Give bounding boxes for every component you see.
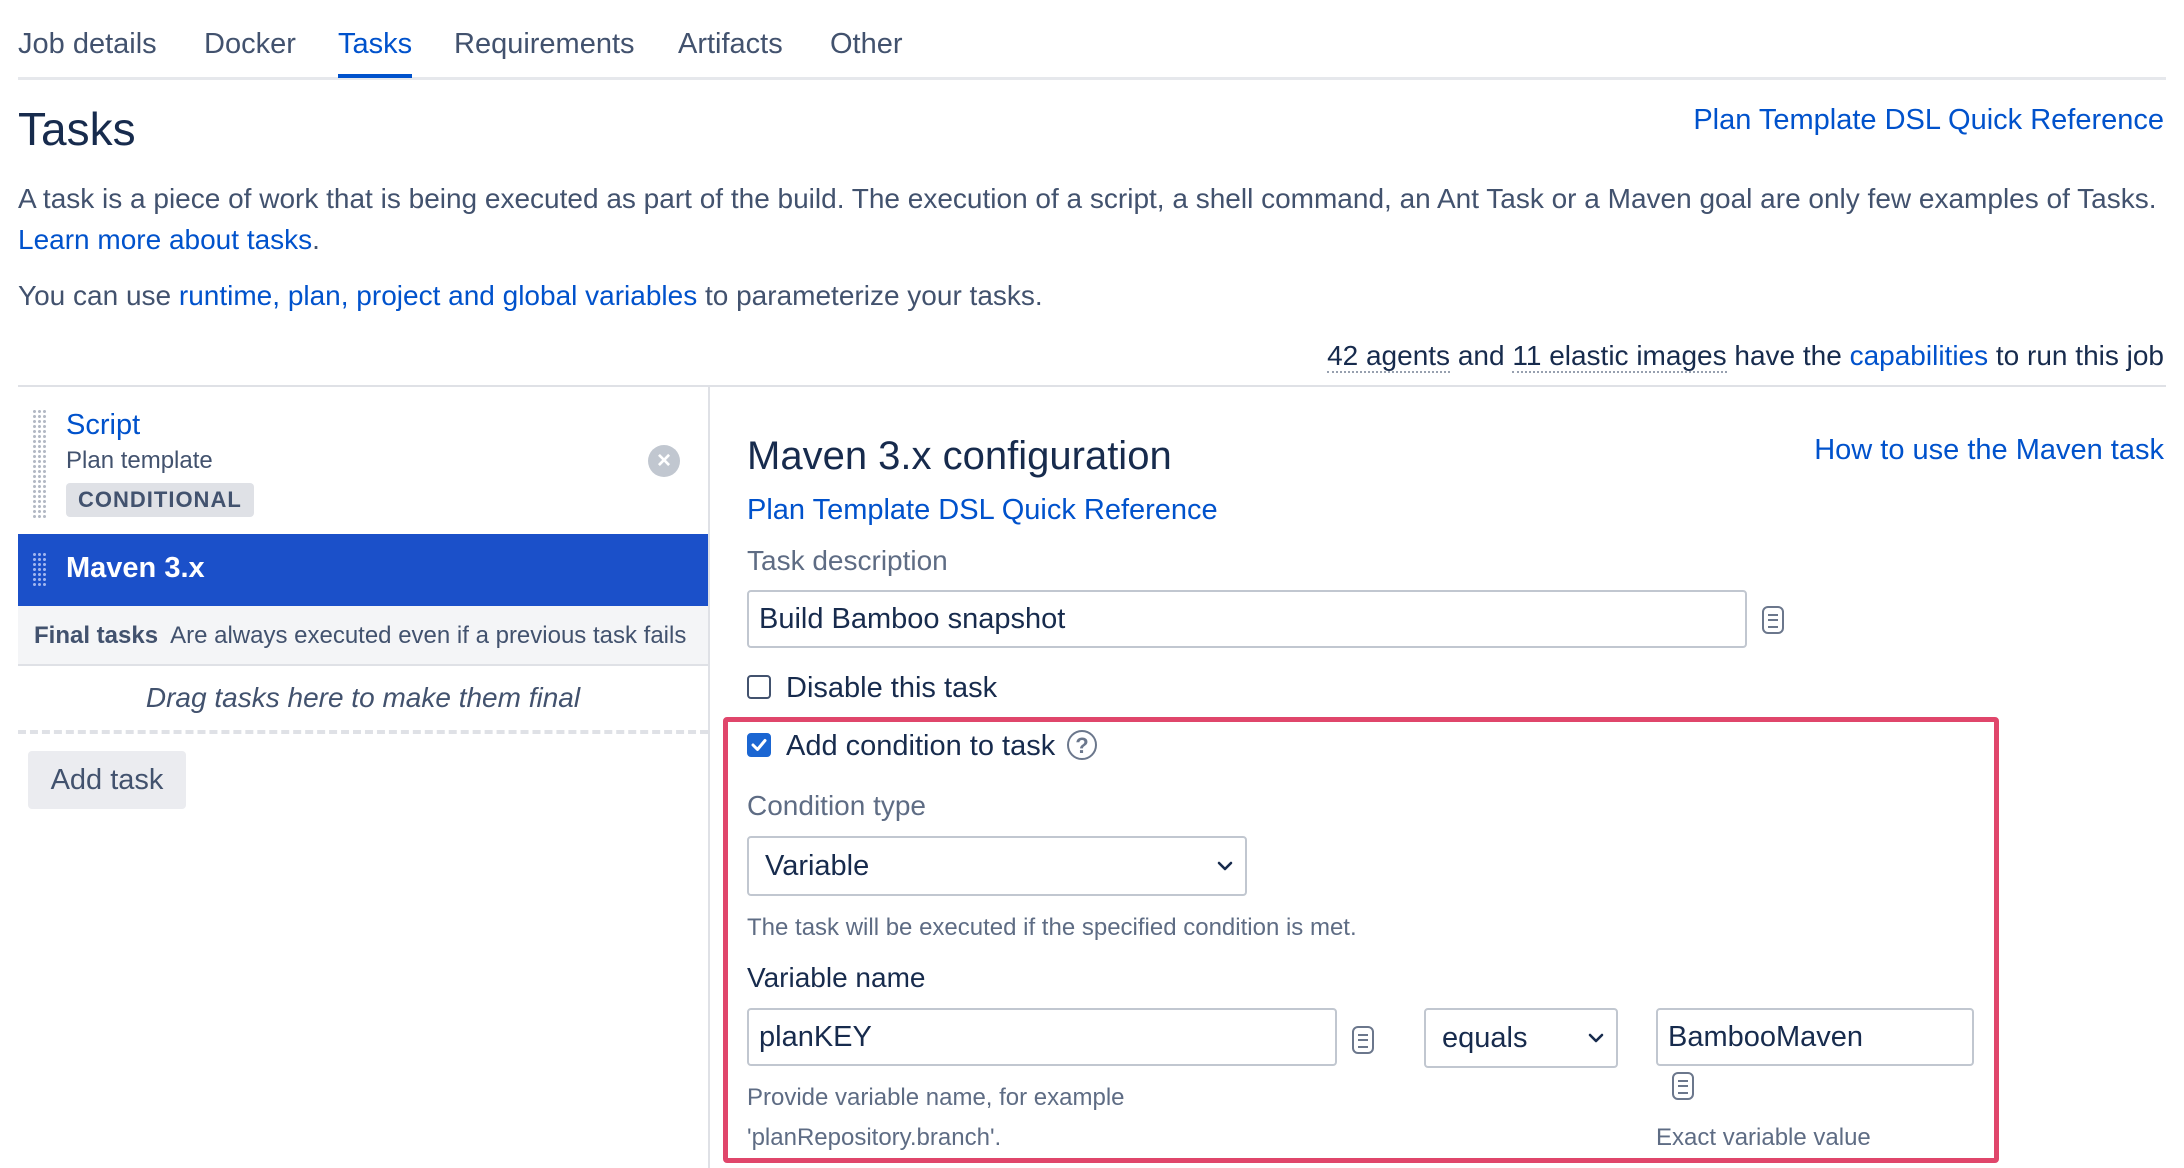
add-condition-checkbox[interactable] [747, 733, 771, 757]
add-task-button[interactable]: Add task [28, 751, 186, 809]
page-title: Tasks [18, 103, 136, 155]
condition-type-label: Condition type [747, 790, 927, 821]
task-item-title[interactable]: Script [66, 409, 140, 442]
variable-name-label: Variable name [747, 962, 926, 993]
drag-handle-icon[interactable] [32, 409, 48, 519]
drop-zone-text: Drag tasks here to make them final [145, 682, 581, 713]
learn-more-link[interactable]: Learn more about tasks [18, 224, 312, 255]
remove-task-icon[interactable]: × [648, 445, 680, 477]
disable-task-checkbox[interactable] [747, 675, 771, 699]
condition-type-value: Variable [765, 850, 870, 882]
insert-variable-icon[interactable] [1762, 606, 1784, 634]
chevron-down-icon [1217, 861, 1233, 871]
task-item-title: Maven 3.x [66, 552, 205, 584]
config-dsl-link[interactable]: Plan Template DSL Quick Reference [747, 494, 1218, 527]
config-title: Maven 3.x configuration [747, 434, 1172, 478]
chevron-down-icon [1588, 1033, 1604, 1043]
variables-note: You can use runtime, plan, project and g… [18, 280, 1043, 312]
tab-docker[interactable]: Docker [204, 28, 296, 61]
task-list-panel: Script Plan template CONDITIONAL × Maven… [18, 387, 710, 1168]
tab-tasks[interactable]: Tasks [338, 28, 413, 78]
condition-type-description: The task will be executed if the specifi… [747, 914, 1357, 941]
insert-variable-icon[interactable] [1672, 1072, 1694, 1100]
add-condition-label[interactable]: Add condition to task [786, 730, 1055, 763]
tab-artifacts[interactable]: Artifacts [678, 28, 783, 61]
condition-type-select[interactable]: Variable [747, 836, 1247, 896]
dsl-quick-reference-link[interactable]: Plan Template DSL Quick Reference [1693, 104, 2164, 137]
variable-value-help: Exact variable value [1656, 1124, 1871, 1151]
final-tasks-drop-zone[interactable]: Drag tasks here to make them final [18, 666, 708, 734]
help-icon[interactable]: ? [1067, 730, 1097, 760]
variable-name-help-line1: Provide variable name, for example [747, 1084, 1125, 1111]
agents-count[interactable]: 42 agents [1327, 340, 1451, 373]
task-description-label: Task description [747, 545, 948, 576]
operator-select[interactable]: equals [1424, 1008, 1618, 1068]
tab-requirements[interactable]: Requirements [454, 28, 635, 61]
insert-variable-icon[interactable] [1352, 1026, 1374, 1054]
variable-name-help-line2: 'planRepository.branch'. [747, 1124, 1002, 1151]
task-item-maven-selected[interactable]: Maven 3.x [18, 534, 708, 606]
variables-link[interactable]: runtime, plan, project and global variab… [179, 280, 697, 311]
final-tasks-label: Final tasks [34, 622, 159, 649]
task-item-script[interactable]: Script Plan template CONDITIONAL × [18, 387, 708, 534]
check-mark-icon [751, 739, 767, 751]
vars-suffix: to parameterize your tasks. [697, 280, 1043, 311]
job-tabs: Job details Docker Tasks Requirements Ar… [18, 0, 2166, 80]
final-tasks-desc: Are always executed even if a previous t… [170, 622, 687, 649]
capabilities-link[interactable]: capabilities [1850, 340, 1989, 371]
tasks-intro: A task is a piece of work that is being … [18, 178, 2168, 260]
tab-job-details[interactable]: Job details [18, 28, 157, 61]
intro-text: A task is a piece of work that is being … [18, 183, 2157, 214]
and-text: and [1450, 340, 1513, 371]
variable-value-input[interactable] [1656, 1008, 1974, 1066]
tab-other[interactable]: Other [830, 28, 903, 61]
variable-name-input[interactable] [747, 1008, 1337, 1066]
disable-task-label[interactable]: Disable this task [786, 672, 997, 705]
maven-help-link[interactable]: How to use the Maven task [1814, 434, 2164, 467]
task-description-input[interactable] [747, 590, 1747, 648]
run-job-text: to run this job [1988, 340, 2164, 371]
have-the-text: have the [1726, 340, 1850, 371]
capabilities-note: 42 agents and 11 elastic images have the… [1327, 340, 2164, 373]
vars-prefix: You can use [18, 280, 179, 311]
final-tasks-header: Final tasks Are always executed even if … [18, 606, 708, 666]
task-item-subtitle: Plan template [66, 447, 213, 474]
intro-end: . [312, 224, 320, 255]
conditional-badge: CONDITIONAL [66, 483, 254, 517]
drag-handle-icon[interactable] [32, 552, 48, 588]
operator-value: equals [1442, 1022, 1528, 1054]
images-count[interactable]: 11 elastic images [1512, 340, 1727, 373]
